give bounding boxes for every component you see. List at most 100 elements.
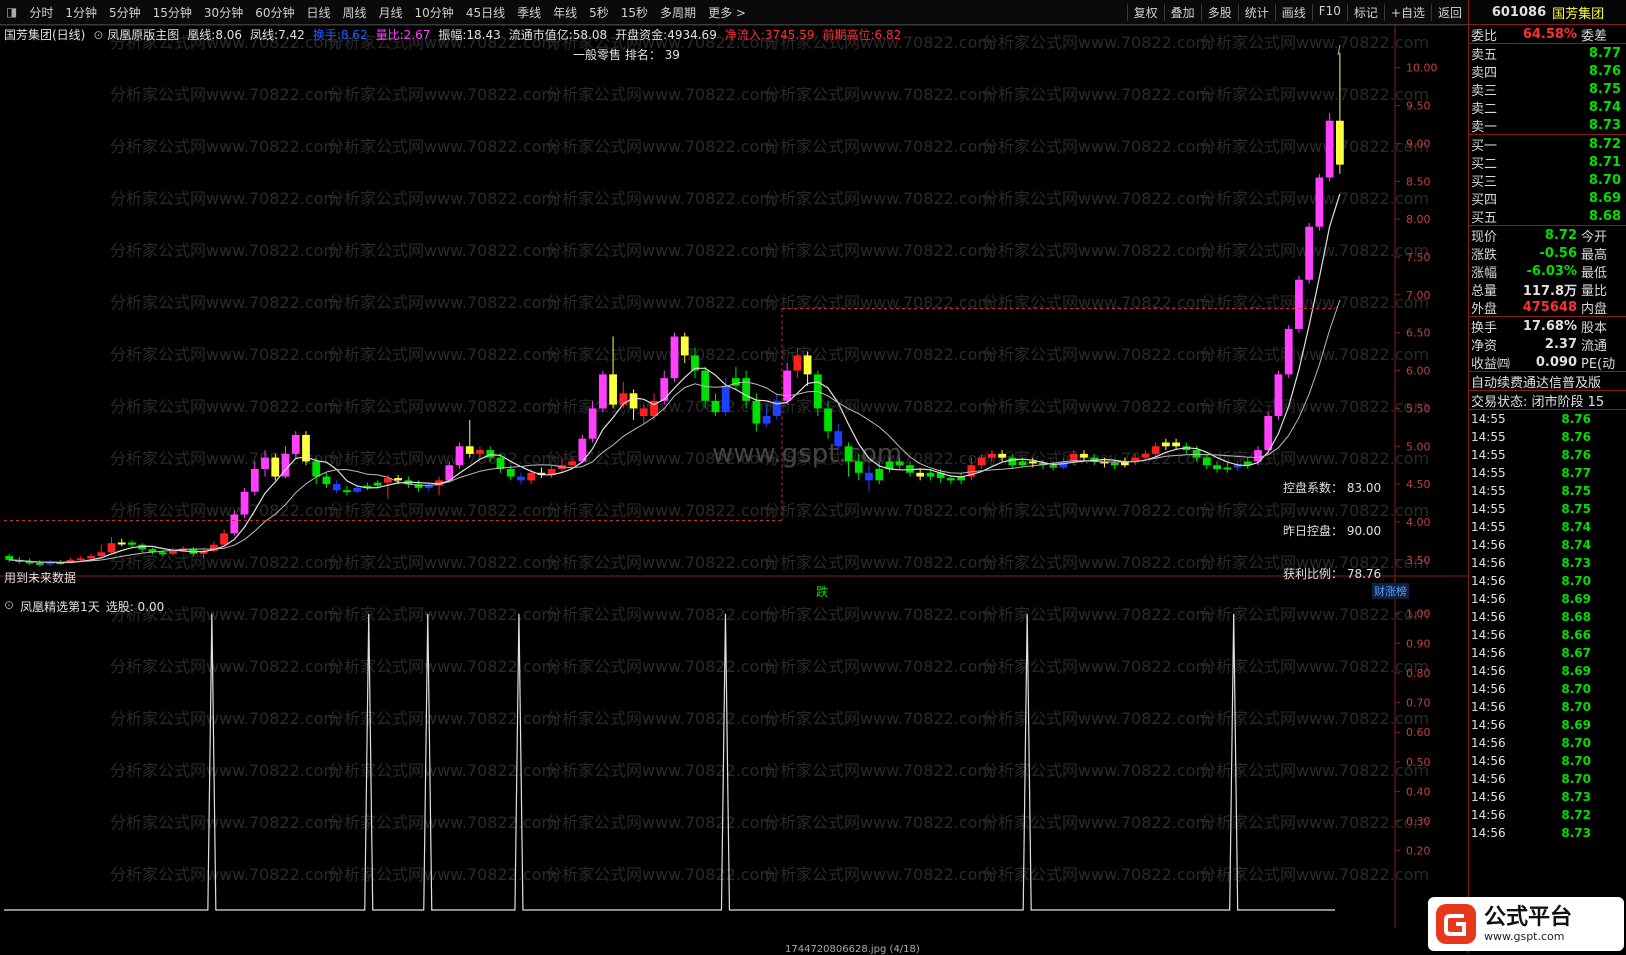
notice-row[interactable]: 自动续费通达信普及版 <box>1469 372 1626 391</box>
tick-row: 14:56 8.69 <box>1469 662 1626 680</box>
indicator-name[interactable]: ⊙ 凤凰原版主图 <box>93 26 179 44</box>
tick-row: 14:55 8.75 <box>1469 500 1626 518</box>
candle-body <box>250 469 259 492</box>
asks-label: 卖一 <box>1471 119 1498 135</box>
candle-body <box>5 556 14 560</box>
watermark-text: 分析家公式网www.70822.com <box>546 605 775 624</box>
tick-list[interactable]: 14:55 8.76 14:55 8.76 14:55 8.76 14:55 8.77 14:5… <box>1469 410 1626 842</box>
tick-time: 14:56 <box>1471 718 1506 732</box>
tick-time: 14:56 <box>1471 574 1506 588</box>
tool-buttons: 复权 叠加 多股 统计 画线 F10 标记 +自选 返回 <box>1126 3 1468 21</box>
bids-row[interactable]: 买一 8.72 <box>1469 135 1626 154</box>
tick-time: 14:56 <box>1471 646 1506 660</box>
tool-button[interactable]: 画线 <box>1274 3 1312 21</box>
tool-button[interactable]: +自选 <box>1383 3 1431 21</box>
watermark-text: 分析家公式网www.70822.com <box>110 397 339 416</box>
kline-chart[interactable]: 分析家公式网www.70822.com分析家公式网www.70822.com分析… <box>0 25 1468 953</box>
asks-row[interactable]: 卖五 8.77 <box>1469 44 1626 63</box>
period-tab[interactable]: 多周期 <box>654 4 702 21</box>
period-tab[interactable]: 60分钟 <box>249 4 300 21</box>
stats2-row: 收益㈣ 0.090 PE(动 <box>1469 353 1626 372</box>
candle-body <box>1172 442 1180 447</box>
bids-row[interactable]: 买四 8.69 <box>1469 189 1626 208</box>
indicator-value-label: 流通市值亿: <box>508 28 573 42</box>
candle-body <box>1213 465 1221 469</box>
watermark-text: 分析家公式网www.70822.com <box>546 345 775 364</box>
stats2-row: 净资 2.37 流通 <box>1469 335 1626 354</box>
gspt-logo: 公式平台 www.gspt.com <box>1428 897 1624 951</box>
period-tab[interactable]: 月线 <box>373 4 409 21</box>
collapse-icon[interactable]: ⊙ <box>93 28 103 42</box>
candle-body <box>1202 457 1211 466</box>
watermark-text: 分析家公式网www.70822.com <box>110 865 339 884</box>
watermark-text: 分析家公式网www.70822.com <box>328 189 557 208</box>
tool-button[interactable]: 多股 <box>1200 3 1238 21</box>
sub-axis-label: 0.30 <box>1406 815 1431 828</box>
watermark-text: 分析家公式网www.70822.com <box>328 293 557 312</box>
period-tab[interactable]: 15分钟 <box>147 4 198 21</box>
watermark-text: 分析家公式网www.70822.com <box>328 85 557 104</box>
tick-row: 14:56 8.70 <box>1469 572 1626 590</box>
watermark-text: 分析家公式网www.70822.com <box>328 345 557 364</box>
period-tab[interactable]: 15秒 <box>615 4 654 21</box>
sub-axis-label: 0.20 <box>1406 845 1431 858</box>
stats-label: 总量 <box>1471 283 1498 299</box>
watermark-text: 分析家公式网www.70822.com <box>546 553 775 572</box>
indicator-value-label: 前期高位: <box>822 28 875 42</box>
candle-body <box>373 482 382 486</box>
tool-button[interactable]: 叠加 <box>1163 3 1201 21</box>
candle-body <box>322 476 331 485</box>
asks-row[interactable]: 卖一 8.73 <box>1469 116 1626 135</box>
tick-time: 14:56 <box>1471 628 1506 642</box>
period-tab[interactable]: 10分钟 <box>409 4 460 21</box>
asks-price: 8.77 <box>1588 45 1621 61</box>
period-tab[interactable]: 季线 <box>511 4 547 21</box>
indicator-value-label: 振幅: <box>438 28 467 42</box>
period-tab[interactable]: 分时 <box>23 4 59 21</box>
bids-price: 8.71 <box>1588 154 1621 170</box>
period-tab[interactable]: 日线 <box>300 4 336 21</box>
tick-price: 8.76 <box>1561 430 1591 444</box>
asks-row[interactable]: 卖四 8.76 <box>1469 62 1626 81</box>
sub-indicator-name[interactable]: 凤凰精选第1天 <box>20 598 100 615</box>
tick-time: 14:56 <box>1471 808 1506 822</box>
period-tab[interactable]: 1分钟 <box>59 4 103 21</box>
tool-button[interactable]: 返回 <box>1430 3 1468 21</box>
sub-axis-label: 0.60 <box>1406 726 1431 739</box>
tick-price: 8.69 <box>1561 664 1591 678</box>
tool-button[interactable]: 标记 <box>1346 3 1384 21</box>
period-tab[interactable]: 30分钟 <box>198 4 249 21</box>
period-tab[interactable]: 45日线 <box>460 4 511 21</box>
webi-row: 委比 64.58% 委差 <box>1469 25 1626 44</box>
candle-body <box>946 478 955 481</box>
window-menu-icon[interactable]: ◨ <box>0 5 23 19</box>
collapse-icon[interactable]: ⊙ <box>4 598 14 615</box>
tick-price: 8.66 <box>1561 628 1591 642</box>
watermark-text: 分析家公式网www.70822.com <box>546 657 775 676</box>
watermark-text: 分析家公式网www.70822.com <box>110 293 339 312</box>
tick-time: 14:56 <box>1471 610 1506 624</box>
bids-row[interactable]: 买二 8.71 <box>1469 153 1626 172</box>
asks-row[interactable]: 卖二 8.74 <box>1469 98 1626 117</box>
watermark-text: 分析家公式网www.70822.com <box>982 85 1211 104</box>
period-tab[interactable]: 5分钟 <box>103 4 147 21</box>
watermark-text: 分析家公式网www.70822.com <box>110 189 339 208</box>
bids-row[interactable]: 买五 8.68 <box>1469 207 1626 226</box>
sub-axis-label: 1.00 <box>1406 608 1431 621</box>
tool-button[interactable]: 统计 <box>1237 3 1275 21</box>
period-tab[interactable]: 周线 <box>337 4 373 21</box>
caizhang-button[interactable]: 财涨榜 <box>1372 583 1409 599</box>
asks-price: 8.74 <box>1588 99 1621 115</box>
tick-row: 14:55 8.74 <box>1469 518 1626 536</box>
tool-button[interactable]: F10 <box>1311 3 1347 21</box>
period-tab[interactable]: 5秒 <box>583 4 615 21</box>
asks-row[interactable]: 卖三 8.75 <box>1469 80 1626 99</box>
period-tab[interactable]: 年线 <box>547 4 583 21</box>
tick-time: 14:56 <box>1471 736 1506 750</box>
candle-body <box>670 336 679 379</box>
stock-period-label[interactable]: 国芳集团(日线) <box>4 26 85 44</box>
period-tab[interactable]: 更多 > <box>702 4 752 21</box>
watermark-text: 分析家公式网www.70822.com <box>982 397 1211 416</box>
bids-row[interactable]: 买三 8.70 <box>1469 171 1626 190</box>
tool-button[interactable]: 复权 <box>1126 3 1164 21</box>
